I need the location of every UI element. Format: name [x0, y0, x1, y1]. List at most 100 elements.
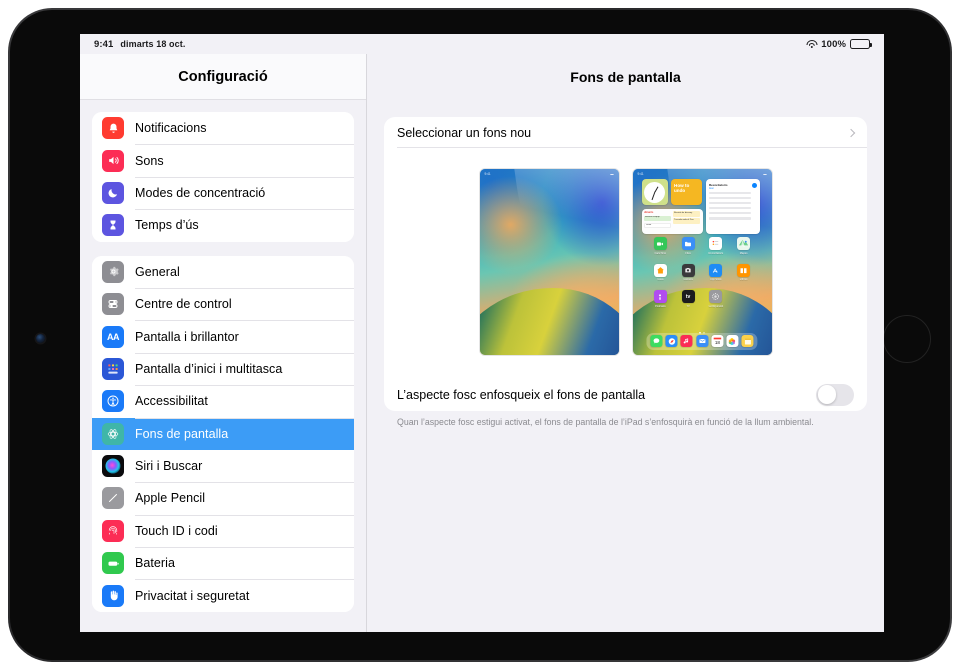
app-icon-books[interactable]: Llibres [737, 264, 750, 282]
app-icon-tv[interactable]: tv TV [682, 290, 695, 308]
messages-icon[interactable] [650, 335, 662, 347]
sidebar-item-pantalla-dinici-i-multitasca[interactable]: Pantalla d’inici i multitasca [92, 353, 354, 385]
music-icon[interactable] [681, 335, 693, 347]
dark-appearance-note: Quan l’aspecte fosc estigui activat, el … [384, 411, 867, 428]
app-icon-camera[interactable]: Càmera [682, 264, 695, 282]
toggle-knob [818, 385, 837, 404]
sidebar-item-modes-de-concentracio[interactable]: Modes de concentració [92, 177, 354, 209]
dark-appearance-row[interactable]: L’aspecte fosc enfosqueix el fons de pan… [384, 378, 867, 411]
sidebar-item-label: Pantalla d’inici i multitasca [135, 362, 282, 376]
sidebar-item-label: Notificacions [135, 121, 207, 135]
app-label: Casa [657, 278, 663, 281]
preview-status-bar: 9:41 ▬ [633, 170, 772, 177]
reminders-item [709, 207, 751, 209]
app-label: Files [685, 252, 690, 255]
home-screen-app-grid: FaceTime Files [633, 237, 772, 308]
sidebar-item-siri-i-buscar[interactable]: Siri i Buscar [92, 450, 354, 482]
status-bar: 9:41 dimarts 18 oct. 100% [80, 34, 884, 54]
sidebar-item-bateria[interactable]: Bateria [92, 547, 354, 579]
main-content: Seleccionar un fons nou 9:41 ▬ [367, 100, 884, 428]
sidebar-item-temps-dus[interactable]: Temps d’ús [92, 209, 354, 241]
notes-icon[interactable] [742, 335, 754, 347]
sidebar-item-touch-id-i-codi[interactable]: Touch ID i codi [92, 515, 354, 547]
sounds-icon [102, 150, 124, 172]
home-screen-widgets: How to undo dimarts Reunió d’equip Dinar [642, 179, 766, 234]
app-label: TV [686, 305, 689, 308]
sidebar-item-label: General [135, 265, 180, 279]
reminders-badge-icon [752, 183, 757, 188]
device-bezel: 9:41 dimarts 18 oct. 100% Configuració [10, 10, 950, 660]
settings-sidebar[interactable]: Configuració Notificacions [80, 54, 367, 632]
preview-battery-icon: ▬ [763, 172, 766, 176]
calendar-icon[interactable]: 18 [711, 335, 723, 347]
clock-widget[interactable] [642, 179, 668, 205]
sidebar-item-privacitat-i-seguretat[interactable]: Privacitat i seguretat [92, 579, 354, 611]
calendar-left-column: dimarts Reunió d’equip Dinar [644, 211, 671, 231]
podcasts-icon [654, 290, 667, 303]
calendar-widget-header: dimarts [644, 211, 671, 214]
main-header: Fons de pantalla [367, 54, 884, 100]
sidebar-item-fons-de-pantalla[interactable]: Fons de pantalla [92, 418, 354, 450]
sidebar-item-sons[interactable]: Sons [92, 144, 354, 176]
app-icon-app-store[interactable]: App Store [709, 264, 722, 282]
sidebar-item-general[interactable]: General [92, 256, 354, 288]
dark-appearance-toggle[interactable] [816, 384, 854, 406]
app-icon-podcasts[interactable]: Podcasts [654, 290, 667, 308]
app-label: FaceTime [655, 252, 666, 255]
app-icon-reminders[interactable]: Recordatoris [709, 237, 724, 255]
app-label: Mapes [740, 252, 748, 255]
app-label: Llibres [740, 278, 748, 281]
home-screen-preview[interactable]: 9:41 ▬ [633, 169, 772, 355]
preview-time: 9:41 [485, 172, 491, 176]
select-new-wallpaper-label: Seleccionar un fons nou [397, 126, 531, 140]
app-icon-facetime[interactable]: FaceTime [654, 237, 667, 255]
calendar-widget[interactable]: dimarts Reunió d’equip Dinar Revisió de … [642, 209, 703, 234]
sidebar-item-label: Centre de control [135, 297, 232, 311]
sidebar-item-notificacions[interactable]: Notificacions [92, 112, 354, 144]
touch-id-icon [102, 520, 124, 542]
home-screen-dock: 18 [646, 333, 757, 350]
svg-text:18: 18 [715, 340, 721, 345]
tv-icon-glyph: tv [686, 294, 690, 300]
lock-screen-preview[interactable]: 9:41 ▬ [480, 169, 619, 355]
tips-widget[interactable]: How to undo [671, 179, 702, 205]
app-icon-settings[interactable]: Configuració [709, 290, 724, 308]
sidebar-item-accessibilitat[interactable]: Accessibilitat [92, 385, 354, 417]
reminders-item [709, 217, 751, 219]
calendar-right-column: Revisió de disseny Trucada amb el Pau [673, 211, 700, 231]
sidebar-item-pantalla-i-brillantor[interactable]: AA Pantalla i brillantor [92, 320, 354, 352]
app-icon-home[interactable]: Casa [654, 264, 667, 282]
status-bar-left: 9:41 dimarts 18 oct. [94, 39, 185, 50]
sidebar-item-centre-de-control[interactable]: Centre de control [92, 288, 354, 320]
wallpaper-card: Seleccionar un fons nou 9:41 ▬ [384, 117, 867, 411]
books-icon [737, 264, 750, 277]
front-camera-icon [36, 334, 45, 343]
app-store-icon [709, 264, 722, 277]
status-date: dimarts 18 oct. [120, 39, 185, 49]
clock-face-icon [644, 182, 665, 203]
app-icon-maps[interactable]: Mapes [737, 237, 750, 255]
select-new-wallpaper-button[interactable]: Seleccionar un fons nou [384, 117, 867, 148]
sidebar-item-label: Apple Pencil [135, 491, 205, 505]
preview-battery-icon: ▬ [610, 172, 613, 176]
sidebar-item-label: Fons de pantalla [135, 427, 228, 441]
sidebar-group-1: Notificacions Sons Modes d [92, 112, 354, 242]
apple-pencil-icon [102, 487, 124, 509]
calendar-event: Trucada amb el Pau [673, 218, 700, 224]
app-icon-files[interactable]: Files [682, 237, 695, 255]
sidebar-header: Configuració [80, 54, 366, 100]
sidebar-list[interactable]: Notificacions Sons Modes d [80, 100, 366, 612]
display-icon-glyph: AA [107, 332, 119, 342]
privacy-icon [102, 585, 124, 607]
reminders-item [709, 197, 751, 199]
safari-icon[interactable] [666, 335, 678, 347]
home-screen-contents: 9:41 ▬ [633, 169, 772, 355]
photos-icon[interactable] [726, 335, 738, 347]
main-page-title: Fons de pantalla [570, 69, 680, 85]
reminders-item [709, 212, 751, 214]
reminders-widget[interactable]: Recordatoris Avui [706, 179, 760, 234]
sidebar-item-apple-pencil[interactable]: Apple Pencil [92, 482, 354, 514]
home-button[interactable] [883, 315, 931, 363]
sidebar-item-label: Modes de concentració [135, 186, 265, 200]
mail-icon[interactable] [696, 335, 708, 347]
